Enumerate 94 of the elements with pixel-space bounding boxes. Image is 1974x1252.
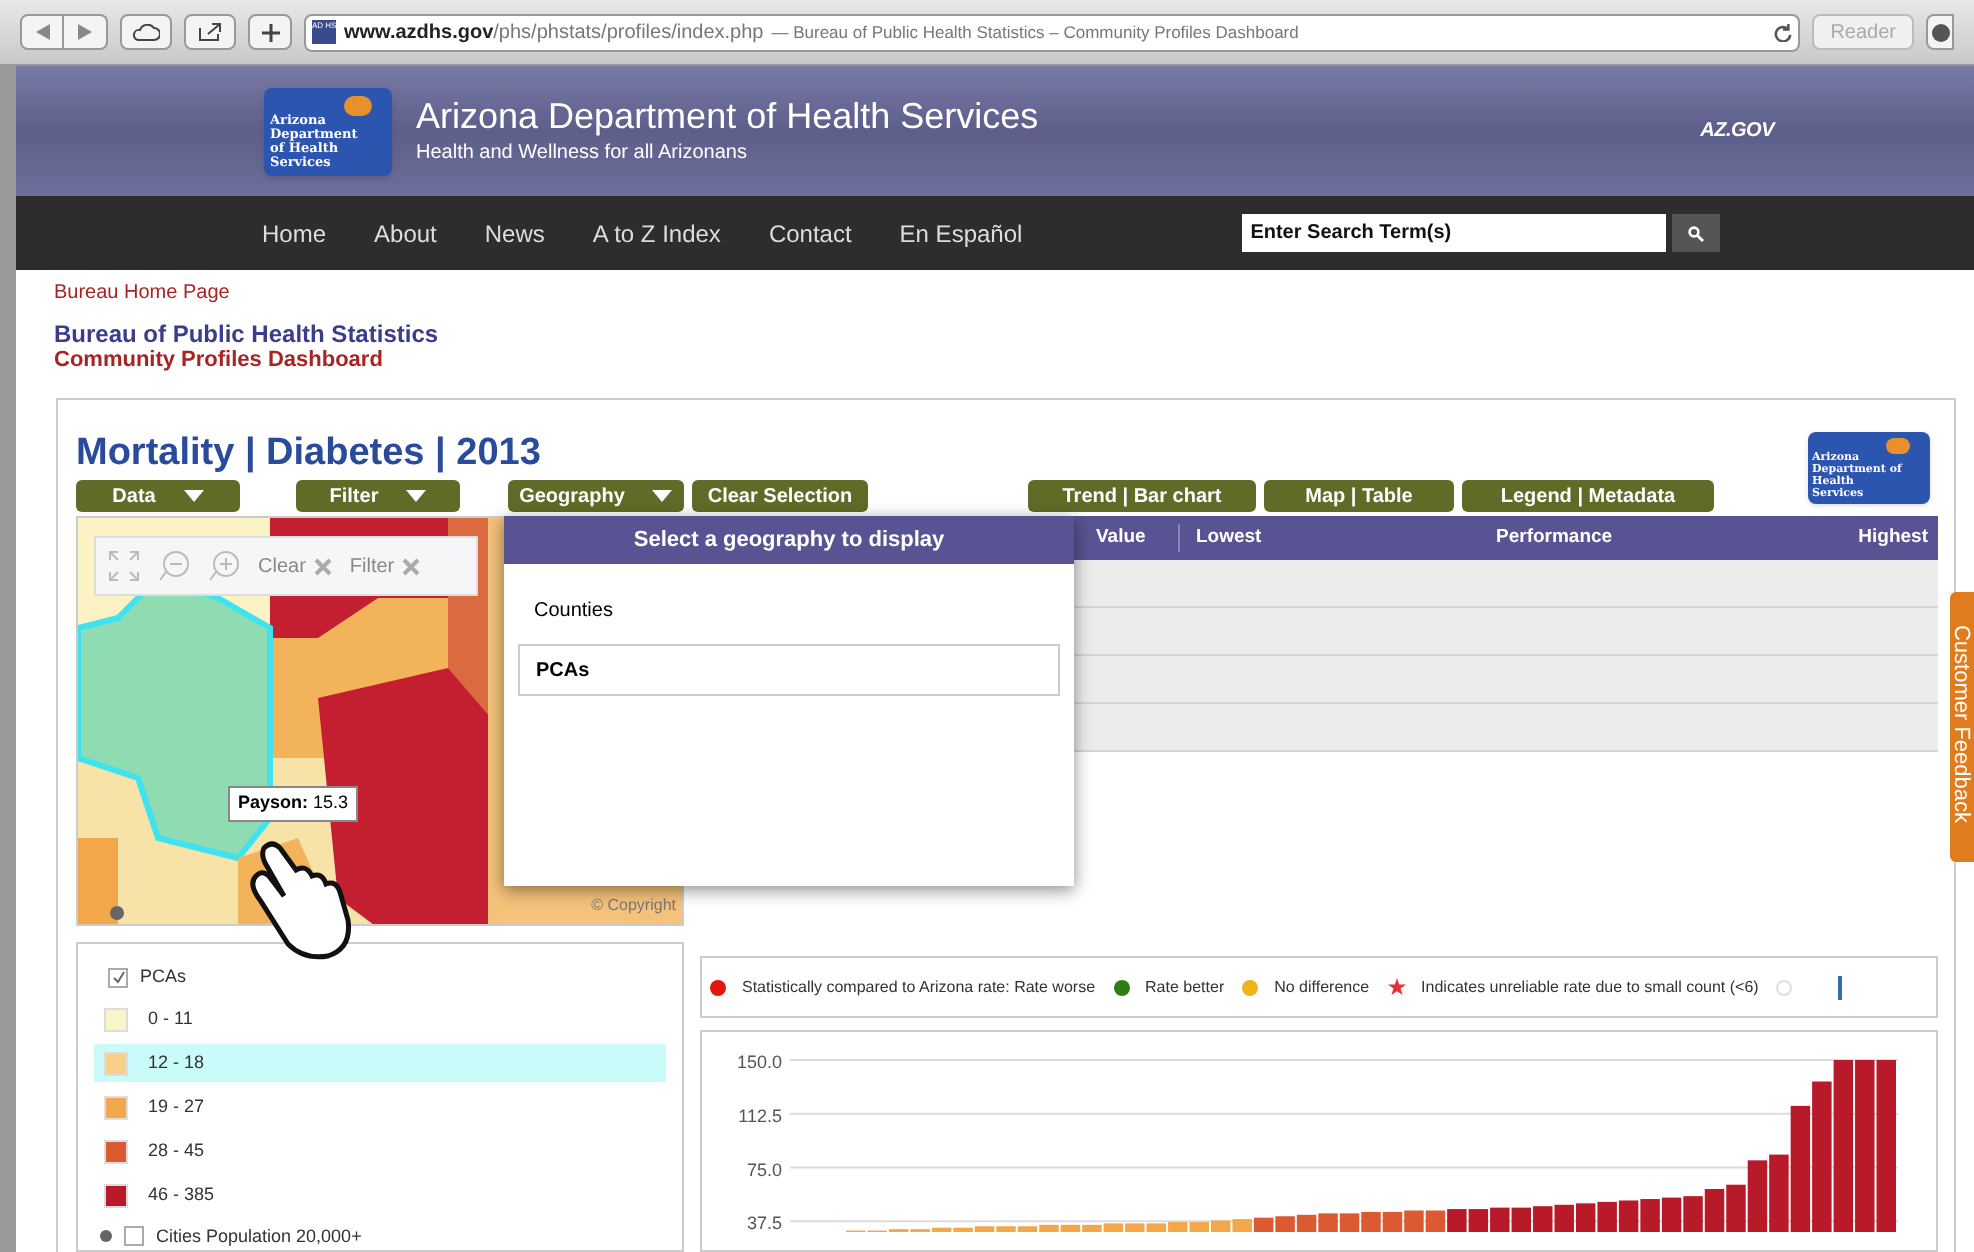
site-subtitle: Health and Wellness for all Arizonans: [416, 140, 749, 168]
map-tooltip: Payson: 15.3: [228, 786, 359, 821]
clear-selection-button[interactable]: Clear Selection: [692, 480, 868, 512]
search-button[interactable]: [1672, 214, 1721, 252]
bar: [1490, 1207, 1510, 1232]
axis-tick-label: 112.5: [738, 1105, 782, 1126]
axis-tick-label: 150.0: [736, 1052, 782, 1072]
geography-option[interactable]: PCAs: [518, 644, 1060, 696]
close-icon: [402, 557, 421, 575]
column-header: Highest: [1858, 523, 1930, 552]
copyright-text: © Copyright: [591, 894, 676, 918]
legend-label: No difference: [1274, 975, 1370, 999]
axis-tick-label: 37.5: [746, 1213, 782, 1232]
bar: [1618, 1200, 1639, 1232]
zoom-out-icon[interactable]: [158, 550, 190, 582]
view-toggle-button[interactable]: Legend | Metadata: [1462, 480, 1714, 512]
legend-label: Indicates unreliable rate due to small count (<6): [1421, 975, 1759, 999]
download-icon: [1931, 23, 1949, 41]
axis-tick-label: 75.0: [746, 1159, 782, 1180]
share-icon: [198, 22, 222, 42]
legend-item[interactable]: 19 - 27: [94, 1088, 666, 1126]
caret-icon: [183, 490, 204, 502]
back-button[interactable]: [20, 14, 64, 50]
bar: [1704, 1189, 1725, 1232]
new-tab-button[interactable]: [248, 14, 292, 50]
reload-icon[interactable]: [1774, 23, 1793, 41]
nav-link[interactable]: En Español: [899, 215, 1023, 251]
dropdown-button[interactable]: Geography: [508, 480, 684, 512]
url-text: www.azdhs.gov/phs/phstats/profiles/index.php: [344, 19, 764, 47]
dashboard-title: Community Profiles Dashboard: [54, 348, 385, 374]
bar: [1554, 1204, 1574, 1232]
bar: [1339, 1213, 1360, 1232]
checkbox[interactable]: [124, 1226, 144, 1247]
back-arrow-icon: [35, 24, 49, 40]
column-header: Value: [1076, 523, 1180, 553]
legend-item[interactable]: 28 - 45: [94, 1132, 666, 1170]
bar: [1597, 1201, 1617, 1232]
bar: [1683, 1196, 1703, 1232]
bureau-title: Bureau of Public Health Statistics: [54, 320, 441, 348]
dropdown-button[interactable]: Data: [76, 480, 240, 512]
bar: [1404, 1210, 1424, 1232]
download-button[interactable]: [1926, 14, 1954, 50]
fullscreen-icon[interactable]: [108, 550, 140, 582]
bar: [1661, 1197, 1682, 1232]
layer-label: Cities Population 20,000+: [156, 1223, 362, 1250]
caret-icon: [652, 490, 673, 502]
bar: [1425, 1210, 1446, 1232]
state-portal-logo[interactable]: AZ.GOV: [1700, 116, 1774, 146]
legend-item[interactable]: 12 - 18: [94, 1044, 666, 1082]
bar: [1318, 1213, 1338, 1232]
legend-label: Statistically compared to Arizona rate: Rate worse: [742, 975, 1096, 999]
checkbox[interactable]: [108, 967, 128, 988]
site-title: Arizona Department of Health Services: [416, 94, 1039, 138]
legend-item[interactable]: 0 - 11: [94, 1000, 666, 1038]
bar: [1533, 1206, 1553, 1232]
zoom-in-icon[interactable]: [208, 550, 240, 582]
bar: [1296, 1214, 1317, 1232]
legend-label: Rate better: [1145, 975, 1225, 999]
bar: [1468, 1209, 1489, 1232]
bar: [1575, 1203, 1596, 1232]
plus-icon: [261, 23, 279, 41]
share-button[interactable]: [184, 14, 236, 50]
forward-arrow-icon: [78, 24, 92, 40]
breadcrumb-link[interactable]: Bureau Home Page: [54, 278, 1974, 308]
cloud-icon: [132, 23, 160, 41]
nav-link[interactable]: Home: [262, 215, 327, 251]
bar: [1640, 1199, 1660, 1232]
bar: [1511, 1207, 1531, 1232]
city-marker-icon: [100, 1230, 112, 1243]
bar: [1361, 1211, 1381, 1232]
bar: [1447, 1209, 1467, 1232]
cloud-button[interactable]: [120, 14, 172, 50]
nav-link[interactable]: News: [484, 215, 545, 251]
nav-link[interactable]: A to Z Index: [592, 215, 721, 251]
view-toggle-button[interactable]: Map | Table: [1264, 480, 1454, 512]
column-header: Performance: [1496, 523, 1615, 552]
close-icon: [313, 557, 332, 575]
nav-link[interactable]: Contact: [768, 215, 852, 251]
nav-link[interactable]: About: [374, 215, 437, 251]
divider-mark: [1838, 975, 1843, 999]
bar: [1382, 1211, 1403, 1232]
column-header: Lowest: [1196, 523, 1264, 552]
search-field[interactable]: Enter Search Term(s): [1242, 214, 1667, 252]
legend-item[interactable]: 46 - 385: [94, 1176, 666, 1214]
caret-icon: [406, 490, 427, 502]
page-title: — Bureau of Public Health Statistics – Community Profiles Dashboard: [771, 19, 1299, 45]
page-heading: Mortality | Diabetes | 2013: [76, 432, 541, 476]
search-icon: [1688, 225, 1705, 241]
forward-button[interactable]: [64, 14, 108, 50]
view-toggle-button[interactable]: Trend | Bar chart: [1028, 480, 1256, 512]
layer-label: PCAs: [140, 964, 187, 990]
dropdown-header: Select a geography to display: [504, 516, 1074, 564]
dropdown-button[interactable]: Filter: [296, 480, 460, 512]
geography-option[interactable]: Counties: [518, 584, 1060, 636]
